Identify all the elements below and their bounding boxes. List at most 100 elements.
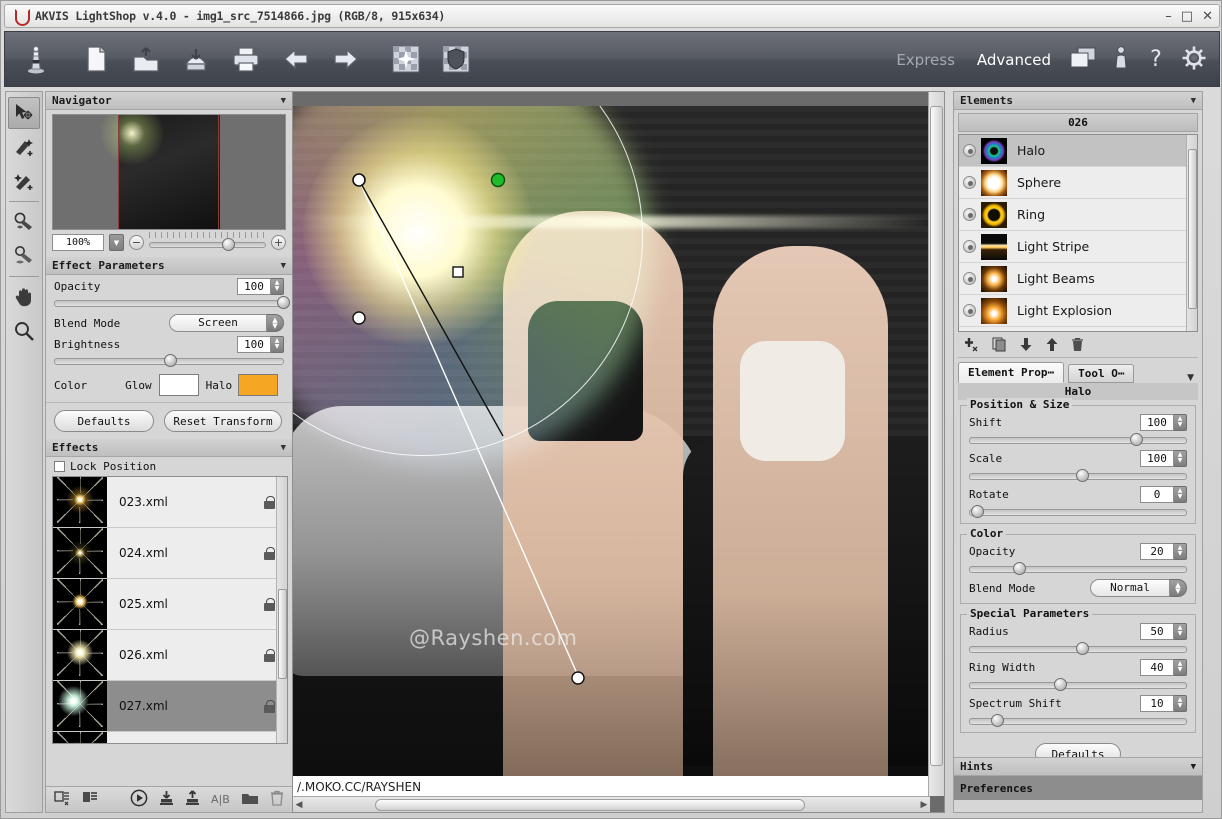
elements-panel-header[interactable]: Elements ▼: [954, 92, 1202, 110]
defaults-button[interactable]: Defaults: [54, 410, 154, 432]
radius-value[interactable]: 50: [1140, 622, 1174, 640]
hints-panel-header[interactable]: Hints ▼: [954, 757, 1202, 776]
move-down-icon[interactable]: [1019, 337, 1033, 356]
tab-tool-options[interactable]: Tool O⋯: [1068, 364, 1135, 383]
navigator-panel-header[interactable]: Navigator ▼: [46, 92, 292, 110]
image-canvas[interactable]: @Rayshen.com /.MOKO.CC/RAYSHEN ◀ ▶: [292, 91, 945, 813]
navigator-preview[interactable]: [52, 114, 286, 230]
duplicate-effect-icon[interactable]: [82, 790, 99, 810]
effect-list-item[interactable]: 026.xml: [53, 630, 287, 681]
el-blend-mode-value[interactable]: Normal: [1090, 579, 1170, 597]
ring-width-slider-thumb[interactable]: [1054, 678, 1068, 691]
zoom-slider-thumb[interactable]: [221, 237, 235, 251]
zoom-out-button[interactable]: −: [129, 235, 144, 250]
blend-mode-combo[interactable]: Screen ▲ ▼: [169, 314, 284, 332]
shift-slider[interactable]: [969, 433, 1187, 446]
tab-element-properties[interactable]: Element Prop⋯: [958, 362, 1065, 383]
el-opacity-slider-thumb[interactable]: [1012, 562, 1026, 575]
canvas-horizontal-scrollbar[interactable]: ◀ ▶: [293, 796, 930, 812]
effects-scrollbar-thumb[interactable]: [278, 589, 287, 679]
trash-icon[interactable]: [270, 790, 284, 810]
settings-gear-icon[interactable]: [1181, 45, 1207, 75]
glow-color-swatch[interactable]: [158, 374, 199, 396]
spectrum-shift-slider-thumb[interactable]: [990, 714, 1004, 727]
el-blend-mode-arrow-icon[interactable]: ▲ ▼: [1170, 579, 1187, 597]
effects-scrollbar[interactable]: [276, 477, 287, 743]
spectrum-shift-slider[interactable]: [969, 714, 1187, 727]
element-list-item[interactable]: Light Explosion: [959, 295, 1197, 327]
canvas-vertical-scrollbar[interactable]: [928, 92, 944, 796]
brightness-spinner[interactable]: 100 ▲ ▼: [237, 335, 284, 353]
opacity-value[interactable]: 100: [237, 277, 271, 295]
shift-slider-thumb[interactable]: [1130, 433, 1144, 446]
reset-transform-button[interactable]: Reset Transform: [164, 410, 282, 432]
duplicate-element-icon[interactable]: [992, 337, 1007, 356]
shift-spinner[interactable]: 100 ▲ ▼: [1140, 413, 1187, 431]
lock-position-row[interactable]: Lock Position: [46, 457, 292, 476]
advanced-mode-button[interactable]: Advanced: [973, 49, 1055, 71]
elements-list[interactable]: Halo Sphere Ring Light Stripe Light Beams Lig…: [958, 134, 1198, 332]
rotate-spinner[interactable]: 0 ▲ ▼: [1140, 485, 1187, 503]
delete-element-icon[interactable]: [1071, 337, 1084, 356]
zoom-slider[interactable]: [149, 231, 266, 251]
lock-icon[interactable]: [264, 495, 275, 509]
canvas-vscroll-thumb[interactable]: [930, 106, 943, 766]
zoom-level-input[interactable]: 100%: [52, 234, 104, 251]
effect-list-item[interactable]: 024.xml: [53, 528, 287, 579]
apply-effect-icon[interactable]: [435, 38, 477, 80]
element-list-item[interactable]: Light Stripe: [959, 231, 1197, 263]
spectrum-shift-value[interactable]: 10: [1140, 694, 1174, 712]
opacity-slider[interactable]: [54, 296, 291, 309]
lock-icon[interactable]: [264, 699, 275, 713]
chevron-down-icon[interactable]: ▼: [281, 96, 286, 106]
rotate-slider[interactable]: [969, 505, 1187, 518]
delete-light-tool[interactable]: [8, 165, 40, 197]
el-blend-mode-combo[interactable]: Normal ▲ ▼: [1090, 579, 1187, 597]
opacity-spinner[interactable]: 100 ▲ ▼: [237, 277, 284, 295]
express-mode-button[interactable]: Express: [892, 49, 959, 71]
preferences-item[interactable]: Preferences: [954, 776, 1202, 800]
transform-handles[interactable]: [293, 106, 930, 813]
el-opacity-stepper[interactable]: ▲ ▼: [1174, 542, 1187, 560]
zoom-in-button[interactable]: +: [271, 235, 286, 250]
brightness-slider[interactable]: [54, 354, 284, 367]
erase-brush-tool[interactable]: [8, 240, 40, 272]
open-image-icon[interactable]: [125, 38, 167, 80]
chevron-down-icon[interactable]: ▼: [281, 261, 286, 271]
element-list-item[interactable]: Ring: [959, 199, 1197, 231]
import-icon[interactable]: [159, 790, 174, 810]
before-after-icon[interactable]: [385, 38, 427, 80]
canvas-hscroll-thumb[interactable]: [375, 798, 805, 811]
effect-list-item[interactable]: 023.xml: [53, 477, 287, 528]
export-icon[interactable]: [185, 789, 200, 810]
chevron-down-icon[interactable]: ▼: [1191, 762, 1196, 772]
element-visibility-toggle[interactable]: [963, 304, 976, 317]
element-list-item[interactable]: Halo: [959, 135, 1197, 167]
scale-slider[interactable]: [969, 469, 1187, 482]
play-icon[interactable]: [130, 789, 148, 811]
opacity-stepper[interactable]: ▲ ▼: [271, 277, 284, 295]
scale-stepper[interactable]: ▲ ▼: [1174, 449, 1187, 467]
edited-photo[interactable]: @Rayshen.com /.MOKO.CC/RAYSHEN: [293, 106, 930, 813]
scale-slider-thumb[interactable]: [1075, 469, 1089, 482]
history-brush-tool[interactable]: [8, 206, 40, 238]
radius-slider[interactable]: [969, 642, 1187, 655]
hand-tool[interactable]: [8, 281, 40, 313]
element-visibility-toggle[interactable]: [963, 240, 976, 253]
elements-scrollbar-thumb[interactable]: [1188, 149, 1197, 309]
ring-width-spinner[interactable]: 40 ▲ ▼: [1140, 658, 1187, 676]
shift-stepper[interactable]: ▲ ▼: [1174, 413, 1187, 431]
lock-position-checkbox[interactable]: [54, 461, 65, 472]
undo-arrow-icon[interactable]: [275, 38, 317, 80]
brightness-value[interactable]: 100: [237, 335, 271, 353]
radius-slider-thumb[interactable]: [1075, 642, 1089, 655]
chevron-down-icon[interactable]: ▼: [1187, 373, 1194, 383]
brightness-stepper[interactable]: ▲ ▼: [271, 335, 284, 353]
blend-mode-value[interactable]: Screen: [169, 314, 267, 332]
el-opacity-spinner[interactable]: 20 ▲ ▼: [1140, 542, 1187, 560]
add-element-icon[interactable]: [964, 337, 980, 356]
effect-list-item[interactable]: 025.xml: [53, 579, 287, 630]
maximize-button[interactable]: □: [1181, 7, 1193, 27]
element-visibility-toggle[interactable]: [963, 144, 976, 157]
element-visibility-toggle[interactable]: [963, 272, 976, 285]
